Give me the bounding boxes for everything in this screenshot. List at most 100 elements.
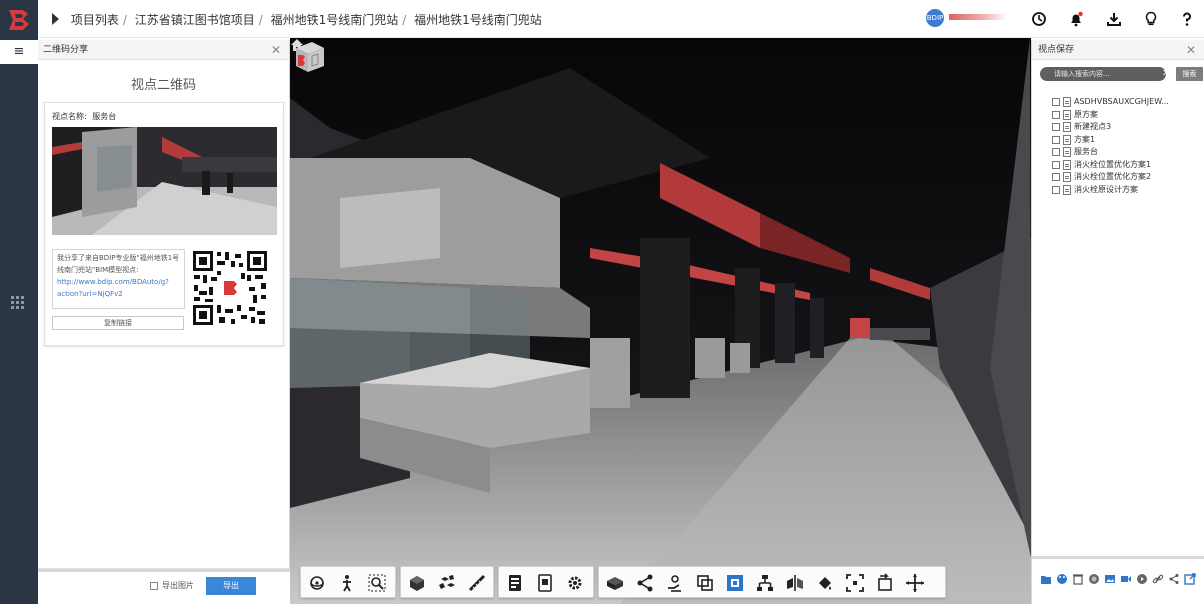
breadcrumb-item-project-list[interactable]: 项目列表 — [71, 13, 119, 27]
paint-bucket-icon[interactable] — [815, 573, 835, 593]
viewpoint-item-label: 新建视点3 — [1074, 122, 1112, 131]
zoom-window-icon[interactable] — [367, 573, 387, 593]
viewcube-navigator[interactable] — [290, 38, 328, 76]
search-button[interactable]: 搜索 — [1176, 67, 1203, 81]
split-model-icon[interactable] — [785, 573, 805, 593]
station-render — [290, 38, 1031, 604]
item-checkbox[interactable] — [1052, 185, 1060, 194]
viewpoint-thumbnail — [52, 127, 277, 235]
export-image-checkbox[interactable] — [150, 582, 158, 590]
breadcrumb-separator: / — [258, 13, 263, 27]
avatar[interactable]: BDIP — [926, 9, 944, 27]
app-rail: ≡ — [0, 0, 38, 604]
breadcrumb-item-library[interactable]: 江苏省镇江图书馆项目 — [135, 13, 255, 27]
new-folder-icon[interactable] — [1040, 573, 1052, 585]
export-button[interactable]: 导出 — [206, 577, 256, 595]
share-icon[interactable] — [1168, 573, 1180, 585]
properties-icon[interactable] — [535, 573, 555, 593]
copy-link-button[interactable]: 复制链接 — [52, 316, 184, 330]
item-checkbox[interactable] — [1052, 110, 1060, 119]
close-icon[interactable]: ✕ — [271, 40, 281, 60]
walk-person-icon[interactable] — [337, 573, 357, 593]
reset-view-icon[interactable] — [875, 573, 895, 593]
clear-search-icon[interactable]: ✕ — [1162, 67, 1170, 81]
explode-icon[interactable] — [437, 573, 457, 593]
qr-panel-heading: 视点二维码 — [130, 78, 196, 93]
viewpoint-search-input[interactable]: 请输入搜索内容... — [1040, 67, 1166, 81]
breadcrumb-item-model[interactable]: 福州地铁1号线南门兜站 — [414, 13, 542, 27]
bdip-logo[interactable] — [3, 6, 35, 34]
qr-card: 视点名称: 服务台 我分享了来自BDIP专业版"福州地铁1号线南门兜站"BIM模… — [44, 102, 284, 346]
viewpoint-item-label: 消火栓位置优化方案1 — [1074, 159, 1152, 169]
username-redacted[interactable] — [949, 14, 1007, 20]
toolbar-group-section — [400, 566, 494, 598]
qr-share-panel-header: 二维码分享 ✕ — [38, 40, 289, 60]
list-item[interactable]: 方案1 — [1052, 134, 1169, 147]
list-item[interactable]: 新建视点3 — [1052, 121, 1169, 134]
move-crosshair-icon[interactable] — [905, 573, 925, 593]
viewpoint-item-label: 方案1 — [1074, 134, 1096, 144]
image-icon[interactable] — [1104, 573, 1116, 585]
item-checkbox[interactable] — [1052, 173, 1060, 181]
list-item[interactable]: ASDHVBSAUXCGHJEW... — [1052, 96, 1169, 109]
qr-panel-footer: 导出图片 导出 — [38, 568, 290, 602]
layers-icon[interactable] — [1088, 573, 1100, 585]
hand-care-icon[interactable] — [665, 573, 685, 593]
toolbar-group-tools — [598, 566, 946, 598]
list-item[interactable]: 原方案 — [1052, 109, 1169, 122]
item-checkbox[interactable] — [1052, 123, 1060, 131]
bim-3d-viewport[interactable] — [290, 38, 1031, 604]
bell-icon[interactable] — [1067, 10, 1085, 28]
list-item[interactable]: 服务台 — [1052, 146, 1169, 159]
play-icon[interactable] — [1136, 573, 1148, 585]
viewer-toolbar — [300, 566, 950, 600]
download-icon[interactable] — [1105, 10, 1123, 28]
viewpoint-icon[interactable] — [725, 573, 745, 593]
file-icon — [1063, 159, 1071, 170]
menu-toggle-icon[interactable]: ≡ — [0, 40, 38, 64]
apps-grid-icon[interactable] — [11, 296, 25, 310]
viewpoint-item-label: 消火栓原设计方案 — [1074, 184, 1138, 194]
item-checkbox[interactable] — [1052, 148, 1060, 156]
breadcrumb-item-station[interactable]: 福州地铁1号线南门兜站 — [271, 13, 399, 27]
orbit-icon[interactable] — [307, 573, 327, 593]
list-item[interactable]: 消火栓位置优化方案2 — [1052, 171, 1169, 184]
section-box-icon[interactable] — [407, 573, 427, 593]
file-icon — [1063, 172, 1071, 182]
horizontal-scrollbar[interactable] — [38, 569, 290, 572]
list-item[interactable]: 消火栓原设计方案 — [1052, 184, 1169, 197]
bulb-icon[interactable] — [1142, 10, 1160, 28]
viewpoint-name-row: 视点名称: 服务台 — [52, 111, 116, 122]
share-text-box[interactable]: 我分享了来自BDIP专业版"福州地铁1号线南门兜站"BIM模型视点: http:… — [52, 249, 185, 309]
delete-icon[interactable] — [1072, 573, 1084, 585]
measure-icon[interactable] — [467, 573, 487, 593]
breadcrumb-separator: / — [402, 13, 407, 27]
help-icon[interactable] — [1178, 10, 1196, 28]
item-checkbox[interactable] — [1052, 160, 1060, 169]
share-link[interactable]: http://www.bdip.com/BDAuto/g?action?url=… — [57, 278, 169, 298]
viewpoint-item-label: ASDHVBSAUXCGHJEW... — [1074, 97, 1169, 106]
structure-tree-icon[interactable] — [755, 573, 775, 593]
file-icon — [1063, 184, 1071, 195]
item-checkbox[interactable] — [1052, 98, 1060, 106]
breadcrumb-toggle-icon[interactable] — [52, 13, 59, 25]
model-browser-icon[interactable] — [505, 573, 525, 593]
video-icon[interactable] — [1120, 573, 1132, 585]
item-checkbox[interactable] — [1052, 135, 1060, 144]
export-image-label: 导出图片 — [162, 581, 194, 590]
share-icon[interactable] — [635, 573, 655, 593]
close-icon[interactable]: ✕ — [1186, 40, 1196, 60]
link-icon[interactable] — [1152, 573, 1164, 585]
list-item[interactable]: 消火栓位置优化方案1 — [1052, 159, 1169, 172]
viewpoint-item-label: 消火栓位置优化方案2 — [1074, 172, 1152, 181]
fit-view-icon[interactable] — [845, 573, 865, 593]
material-icon[interactable] — [605, 573, 625, 593]
external-open-icon[interactable] — [1184, 573, 1196, 585]
clock-icon[interactable] — [1030, 10, 1048, 28]
copy-layers-icon[interactable] — [695, 573, 715, 593]
breadcrumb: 项目列表 / 江苏省镇江图书馆项目 / 福州地铁1号线南门兜站 / 福州地铁1号线南门… — [52, 11, 544, 28]
settings-gear-icon[interactable] — [565, 573, 585, 593]
palette-icon[interactable] — [1056, 573, 1068, 585]
viewpoint-item-label: 原方案 — [1074, 109, 1098, 119]
share-text: 我分享了来自BDIP专业版"福州地铁1号线南门兜站"BIM模型视点: — [57, 254, 180, 274]
